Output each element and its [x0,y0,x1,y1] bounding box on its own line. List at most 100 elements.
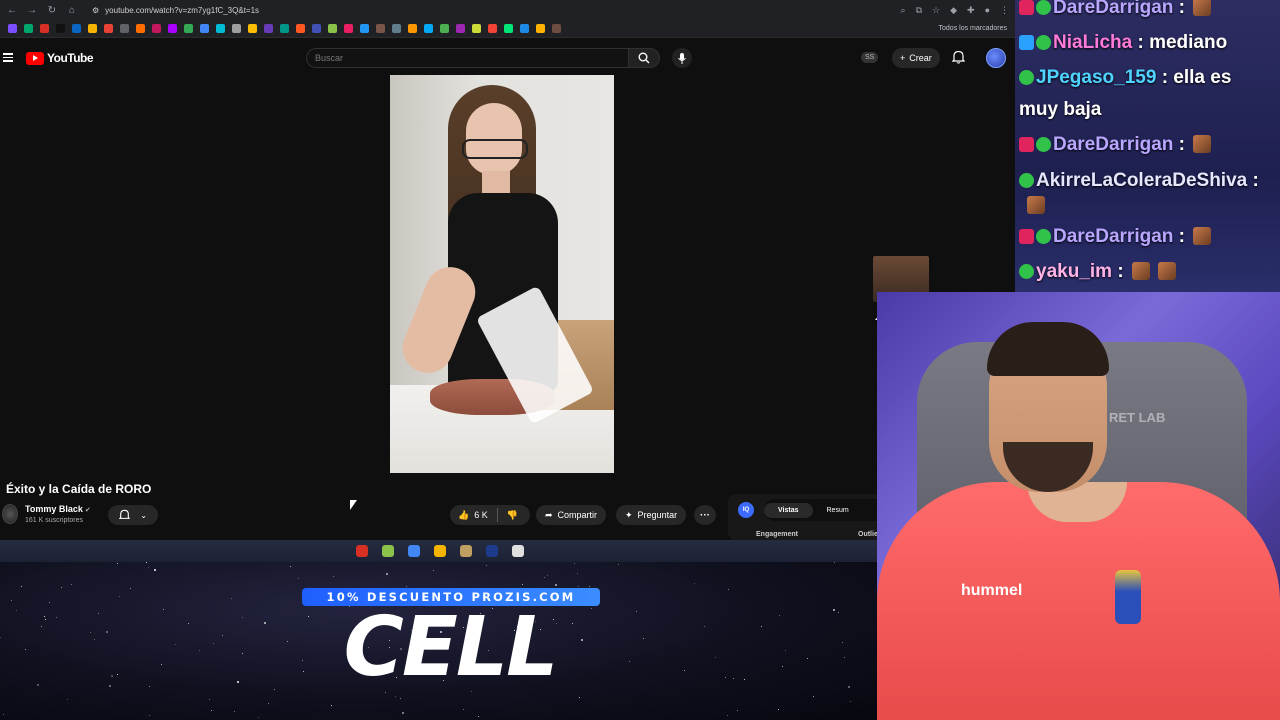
bookmark-icon[interactable] [232,24,241,33]
zoom-icon[interactable]: ⌕ [901,5,906,16]
bookmark-icon[interactable] [88,24,97,33]
notifications-button[interactable] [951,50,966,69]
taskbar-app-icon[interactable] [382,545,394,557]
create-button[interactable]: + Crear [892,48,940,68]
bookmark-icon[interactable] [392,24,401,33]
back-icon[interactable]: ← [6,5,18,16]
like-count: 6 K [474,510,488,520]
bookmark-icon[interactable] [40,24,49,33]
bookmark-icon[interactable] [280,24,289,33]
bookmark-icon[interactable] [264,24,273,33]
bookmark-icon[interactable] [424,24,433,33]
bookmark-icon[interactable] [456,24,465,33]
star [237,681,239,683]
bookmark-icon[interactable] [216,24,225,33]
bookmark-icon[interactable] [504,24,513,33]
tab-resumen[interactable]: Resum [813,503,863,518]
extension-icon[interactable]: ◆ [950,5,957,16]
taskbar-app-icon[interactable] [460,545,472,557]
chat-emote-icon [1193,0,1211,16]
hamburger-menu-icon[interactable] [3,51,13,63]
bookmark-icon[interactable] [136,24,145,33]
bookmark-icon[interactable] [56,24,65,33]
star [290,566,291,567]
bookmark-icon[interactable] [376,24,385,33]
bookmark-icon[interactable] [472,24,481,33]
bookmark-icon[interactable] [408,24,417,33]
thumbs-up-icon: 👍 [458,509,470,520]
taskbar-app-icon[interactable] [408,545,420,557]
forward-icon[interactable]: → [26,5,38,16]
star [547,575,548,576]
chat-text: : mediano [1132,32,1228,53]
address-url: youtube.com/watch?v=zm7yg1fC_3Q&t=1s [105,5,260,15]
bookmark-icon[interactable] [104,24,113,33]
bookmark-icon[interactable] [8,24,17,33]
outlier-label: Outlie [858,531,878,538]
reload-icon[interactable]: ↻ [46,5,58,16]
bookmark-icon[interactable] [440,24,449,33]
star [21,586,22,587]
browser-window: ← → ↻ ⌂ ⚙ youtube.com/watch?v=zm7yg1fC_3… [0,0,1015,540]
all-bookmarks-link[interactable]: Todos los marcadores [939,25,1007,32]
bookmark-icon[interactable] [488,24,497,33]
channel-name[interactable]: Tommy Black [25,504,83,514]
browser-menu-icon[interactable]: ⋮ [1000,5,1009,16]
address-bar[interactable]: ⚙ youtube.com/watch?v=zm7yg1fC_3Q&t=1s [86,6,259,15]
taskbar-app-icon[interactable] [512,545,524,557]
star [287,641,288,642]
bookmark-icon[interactable] [296,24,305,33]
bookmark-icon[interactable] [152,24,161,33]
bookmark-icon[interactable] [360,24,369,33]
search-input[interactable] [306,48,628,68]
bookmark-icon[interactable] [552,24,561,33]
bookmark-icon[interactable] [536,24,545,33]
bookmarks-bar: Todos los marcadores [0,20,1015,38]
home-icon[interactable]: ⌂ [66,5,78,16]
taskbar-app-icon[interactable] [356,545,368,557]
bookmark-star-icon[interactable]: ☆ [932,5,940,16]
install-icon[interactable]: ⧉ [916,5,922,16]
bookmark-icon[interactable] [184,24,193,33]
bookmark-icon[interactable] [344,24,353,33]
share-button[interactable]: ➦ Compartir [536,505,607,525]
chat-text: : [1173,226,1185,247]
promo-cell-logo: CELL [343,600,559,695]
like-button[interactable]: 👍 6 K [458,510,488,521]
ask-button[interactable]: ✦ Preguntar [616,505,687,525]
star [148,567,149,568]
channel-avatar[interactable] [2,504,18,524]
voice-search-button[interactable] [672,48,692,68]
subscription-button[interactable]: ⌄ [108,505,158,525]
tab-vistas[interactable]: Vistas [764,502,813,518]
chat-message: AkirreLaColeraDeShiva : [1019,170,1259,192]
taskbar-app-icon[interactable] [486,545,498,557]
chevron-down-icon: ⌄ [140,510,147,520]
bookmark-icon[interactable] [168,24,177,33]
account-avatar[interactable] [986,48,1006,68]
video-player[interactable] [390,75,614,473]
bookmark-icon[interactable] [312,24,321,33]
more-actions-icon[interactable]: ··· [694,505,716,525]
channel-name-row[interactable]: Tommy Black ✔ [25,504,91,514]
bookmark-icon[interactable] [328,24,337,33]
iq-badge[interactable]: IQ [738,502,754,518]
youtube-logo[interactable]: YouTube [26,51,94,65]
subscription-bell-icon [119,509,131,519]
bookmark-icon[interactable] [200,24,209,33]
bookmark-icon[interactable] [520,24,529,33]
bookmark-icon[interactable] [24,24,33,33]
extension-badge[interactable]: SS [861,52,879,63]
star [49,602,50,603]
thumbs-down-icon[interactable]: 👎 [507,510,518,521]
search-button[interactable] [628,48,660,68]
site-info-icon[interactable]: ⚙ [92,6,99,15]
profile-icon[interactable]: ● [985,5,990,16]
bookmark-icon[interactable] [248,24,257,33]
extensions-puzzle-icon[interactable]: ✚ [967,5,975,16]
taskbar-app-icon[interactable] [434,545,446,557]
bookmark-icon[interactable] [120,24,129,33]
star [199,650,200,651]
star [41,626,42,627]
bookmark-icon[interactable] [72,24,81,33]
